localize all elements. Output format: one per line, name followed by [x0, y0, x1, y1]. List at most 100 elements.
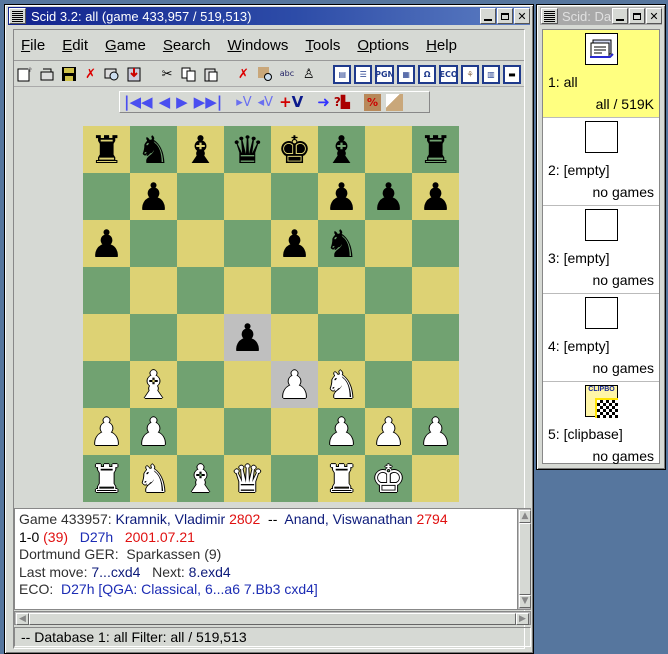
black-bishop-icon[interactable]: ♝ [183, 131, 217, 169]
board-search-icon[interactable] [257, 65, 274, 83]
import-icon[interactable] [126, 65, 143, 83]
cut-icon[interactable]: ✂ [159, 65, 176, 83]
square-c8[interactable]: ♝ [177, 126, 224, 173]
square-a3[interactable] [83, 361, 130, 408]
square-f8[interactable]: ♝ [318, 126, 365, 173]
square-a8[interactable]: ♜ [83, 126, 130, 173]
white-king-icon[interactable]: ♚ [371, 460, 405, 498]
square-f5[interactable] [318, 267, 365, 314]
white-knight-icon[interactable]: ♞ [136, 460, 170, 498]
tree-icon[interactable]: ⚘ [461, 64, 480, 84]
white-rook-icon[interactable]: ♜ [89, 460, 123, 498]
square-g2[interactable]: ♟ [365, 408, 412, 455]
black-king-icon[interactable]: ♚ [277, 131, 311, 169]
black-rook-icon[interactable]: ♜ [418, 131, 452, 169]
square-h7[interactable]: ♟ [412, 173, 459, 220]
eco-link[interactable]: D27h [QGA: Classical, 6...a6 7.Bb3 cxd4] [61, 581, 318, 597]
square-a2[interactable]: ♟ [83, 408, 130, 455]
square-d3[interactable] [224, 361, 271, 408]
square-e3[interactable]: ♟ [271, 361, 318, 408]
square-h6[interactable] [412, 220, 459, 267]
square-f3[interactable]: ♞ [318, 361, 365, 408]
square-g5[interactable] [365, 267, 412, 314]
white-rook-icon[interactable]: ♜ [324, 460, 358, 498]
game-info-icon[interactable]: ▤ [333, 64, 352, 84]
close-button[interactable]: ✕ [514, 8, 530, 24]
square-e7[interactable] [271, 173, 318, 220]
square-c5[interactable] [177, 267, 224, 314]
scroll-right-arrow[interactable]: ▶ [516, 613, 529, 625]
square-b8[interactable]: ♞ [130, 126, 177, 173]
db-slot-4[interactable]: 4: [empty] no games [543, 294, 659, 382]
db-slot-5[interactable]: CLIPBO 5: [clipbase] no games [543, 382, 659, 469]
flip-board-icon[interactable]: ➜ [317, 93, 330, 111]
menu-file[interactable]: File [21, 37, 45, 54]
square-d1[interactable]: ♛ [224, 455, 271, 502]
black-knight-icon[interactable]: ♞ [136, 131, 170, 169]
info-horizontal-scrollbar[interactable]: ◀ ▶ [14, 611, 531, 625]
black-bishop-icon[interactable]: ♝ [324, 131, 358, 169]
autoplay-icon[interactable]: % [364, 93, 382, 111]
go-to-end-button[interactable]: ▶▶| [194, 94, 223, 110]
last-move-link[interactable]: 7...cxd4 [91, 564, 140, 580]
square-b4[interactable] [130, 314, 177, 361]
white-pawn-icon[interactable]: ♟ [371, 413, 405, 451]
square-d5[interactable] [224, 267, 271, 314]
menu-windows[interactable]: Windows [227, 37, 288, 54]
scroll-up-arrow[interactable]: ▲ [519, 510, 531, 523]
square-h2[interactable]: ♟ [412, 408, 459, 455]
square-d6[interactable] [224, 220, 271, 267]
white-knight-icon[interactable]: ♞ [324, 366, 358, 404]
copy-icon[interactable] [180, 65, 197, 83]
black-pawn-icon[interactable]: ♟ [418, 178, 452, 216]
menu-options[interactable]: Options [357, 37, 409, 54]
square-a1[interactable]: ♜ [83, 455, 130, 502]
menu-search[interactable]: Search [163, 37, 211, 54]
db-maximize-button[interactable] [629, 8, 645, 24]
main-titlebar[interactable]: Scid 3.2: all (game 433,957 / 519,513) ✕ [8, 7, 530, 25]
exit-variation-button[interactable]: ◂V [258, 95, 273, 110]
square-h5[interactable] [412, 267, 459, 314]
paste-icon[interactable] [202, 65, 219, 83]
openings-icon[interactable]: Ω [418, 64, 437, 84]
enter-variation-button[interactable]: ▸V [236, 95, 251, 110]
square-g4[interactable] [365, 314, 412, 361]
square-g1[interactable]: ♚ [365, 455, 412, 502]
white-bishop-icon[interactable]: ♝ [183, 460, 217, 498]
square-e4[interactable] [271, 314, 318, 361]
black-pawn-icon[interactable]: ♟ [89, 225, 123, 263]
square-c6[interactable] [177, 220, 224, 267]
square-b7[interactable]: ♟ [130, 173, 177, 220]
square-g6[interactable] [365, 220, 412, 267]
scroll-thumb[interactable] [519, 523, 531, 595]
square-f2[interactable]: ♟ [318, 408, 365, 455]
square-e1[interactable] [271, 455, 318, 502]
black-pawn-icon[interactable]: ♟ [277, 225, 311, 263]
forward-button[interactable]: ▶ [176, 94, 188, 110]
eco-browser-icon[interactable]: ECO [439, 64, 459, 84]
square-f7[interactable]: ♟ [318, 173, 365, 220]
white-pawn-icon[interactable]: ♟ [136, 413, 170, 451]
square-a5[interactable] [83, 267, 130, 314]
square-b2[interactable]: ♟ [130, 408, 177, 455]
db-minimize-button[interactable] [612, 8, 628, 24]
square-d7[interactable] [224, 173, 271, 220]
window-menu-button[interactable] [9, 8, 26, 24]
square-a6[interactable]: ♟ [83, 220, 130, 267]
menu-game[interactable]: Game [105, 37, 146, 54]
black-pawn-icon[interactable]: ♟ [136, 178, 170, 216]
square-b1[interactable]: ♞ [130, 455, 177, 502]
square-h3[interactable] [412, 361, 459, 408]
square-a4[interactable] [83, 314, 130, 361]
white-pawn-icon[interactable]: ♟ [418, 413, 452, 451]
scroll-left-arrow[interactable]: ◀ [16, 613, 29, 625]
square-e5[interactable] [271, 267, 318, 314]
square-d2[interactable] [224, 408, 271, 455]
new-database-icon[interactable] [17, 65, 34, 83]
square-b3[interactable]: ♝ [130, 361, 177, 408]
square-g8[interactable] [365, 126, 412, 173]
square-c3[interactable] [177, 361, 224, 408]
square-h8[interactable]: ♜ [412, 126, 459, 173]
square-g3[interactable] [365, 361, 412, 408]
square-b5[interactable] [130, 267, 177, 314]
